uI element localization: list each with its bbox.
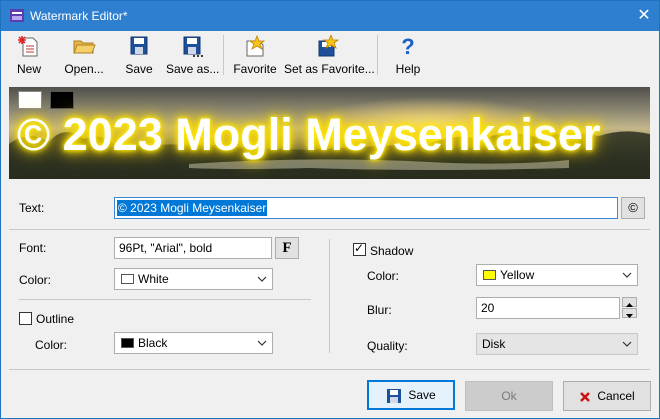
help-button[interactable]: ? Help: [393, 35, 423, 79]
close-icon: ✕: [637, 7, 651, 24]
insert-copyright-button[interactable]: ©: [621, 197, 645, 219]
blur-spin-up[interactable]: [622, 297, 637, 307]
close-button[interactable]: ✕: [629, 1, 659, 31]
floppy-disk-icon: [130, 36, 148, 55]
watermark-preview: © 2023 Mogli Meysenkaiser: [9, 87, 650, 179]
black-swatch[interactable]: [50, 91, 74, 109]
shadow-color-swatch: [483, 270, 496, 280]
save-as-button[interactable]: Save as...: [166, 35, 220, 79]
watermark-preview-text: © 2023 Mogli Meysenkaiser: [17, 109, 601, 160]
toolbar: New Open... Save Save as... Favorite Set…: [1, 31, 659, 81]
outline-checkbox[interactable]: [19, 312, 32, 325]
save-as-icon: [183, 36, 203, 57]
chevron-down-icon: [622, 341, 632, 347]
new-document-icon: [18, 36, 38, 57]
ok-button[interactable]: Ok: [465, 381, 553, 411]
toolbar-separator: [223, 35, 224, 75]
help-question-icon: ?: [401, 35, 414, 57]
blur-label: Blur:: [367, 303, 392, 317]
quality-value: Disk: [482, 337, 506, 351]
help-label: Help: [395, 62, 421, 76]
shadow-checkbox[interactable]: [353, 241, 366, 256]
text-color-combo[interactable]: White: [114, 268, 273, 290]
app-icon: [10, 9, 24, 22]
copyright-icon: ©: [628, 200, 638, 215]
open-button[interactable]: Open...: [61, 35, 107, 79]
set-favorite-icon: [318, 35, 340, 57]
window-title: Watermark Editor*: [30, 9, 128, 23]
blur-value: 20: [481, 301, 495, 315]
floppy-disk-icon: [387, 388, 402, 403]
font-label: Font:: [19, 241, 47, 255]
title-bar: Watermark Editor* ✕: [1, 1, 659, 31]
new-label: New: [16, 62, 41, 76]
footer-divider: [9, 369, 650, 370]
cancel-button-label: Cancel: [597, 389, 635, 403]
toolbar-separator-2: [377, 35, 378, 75]
font-value: 96Pt, "Arial", bold: [119, 241, 213, 255]
set-as-favorite-button[interactable]: Set as Favorite...: [284, 35, 375, 79]
cancel-x-icon: [580, 391, 591, 402]
shadow-color-label: Color:: [367, 269, 400, 283]
save-button-label: Save: [408, 388, 436, 402]
text-label: Text:: [19, 201, 45, 215]
text-color-swatch: [121, 274, 134, 284]
blur-spin-down[interactable]: [622, 308, 637, 318]
outline-color-label: Color:: [35, 338, 68, 352]
section-divider: [9, 229, 650, 230]
save-toolbar-label: Save: [125, 62, 153, 76]
chevron-down-icon: [257, 340, 267, 346]
spin-down-icon: [626, 314, 633, 318]
watermark-text-value: © 2023 Mogli Meysenkaiser: [117, 200, 268, 216]
column-divider: [329, 239, 330, 353]
font-field[interactable]: 96Pt, "Arial", bold: [114, 237, 272, 259]
cancel-button[interactable]: Cancel: [563, 381, 651, 411]
quality-label: Quality:: [367, 339, 408, 353]
new-button[interactable]: New: [12, 35, 46, 79]
save-as-label: Save as...: [166, 62, 220, 76]
ok-button-label: Ok: [501, 389, 517, 403]
font-picker-button[interactable]: F: [275, 237, 299, 259]
quality-combo[interactable]: Disk: [476, 333, 638, 355]
outline-color-swatch: [121, 338, 134, 348]
outline-color-combo[interactable]: Black: [114, 332, 273, 354]
chevron-down-icon: [257, 276, 267, 282]
favorite-star-icon: [246, 35, 266, 57]
svg-text:?: ?: [401, 35, 414, 57]
save-button[interactable]: Save: [367, 380, 455, 410]
chevron-down-icon: [622, 272, 632, 278]
watermark-text-input[interactable]: © 2023 Mogli Meysenkaiser: [114, 197, 618, 219]
shadow-label: Shadow: [370, 244, 414, 258]
blur-input[interactable]: 20: [476, 297, 620, 319]
text-color-label: Color:: [19, 273, 52, 287]
shadow-color-combo[interactable]: Yellow: [476, 264, 638, 286]
open-label: Open...: [64, 62, 104, 76]
save-toolbar-button[interactable]: Save: [123, 35, 155, 79]
favorite-label: Favorite: [233, 62, 277, 76]
watermark-editor-window: Watermark Editor* ✕ New Open... Save Sav…: [0, 0, 660, 419]
favorite-button[interactable]: Favorite: [231, 35, 279, 79]
set-as-favorite-label: Set as Favorite...: [284, 62, 375, 76]
font-icon: F: [282, 240, 292, 256]
shadow-color-value: Yellow: [500, 268, 535, 282]
outline-label: Outline: [36, 312, 75, 326]
outline-color-value: Black: [138, 336, 168, 350]
outline-divider: [19, 299, 311, 300]
white-swatch[interactable]: [18, 91, 42, 109]
folder-open-icon: [73, 40, 96, 54]
text-color-value: White: [138, 272, 169, 286]
